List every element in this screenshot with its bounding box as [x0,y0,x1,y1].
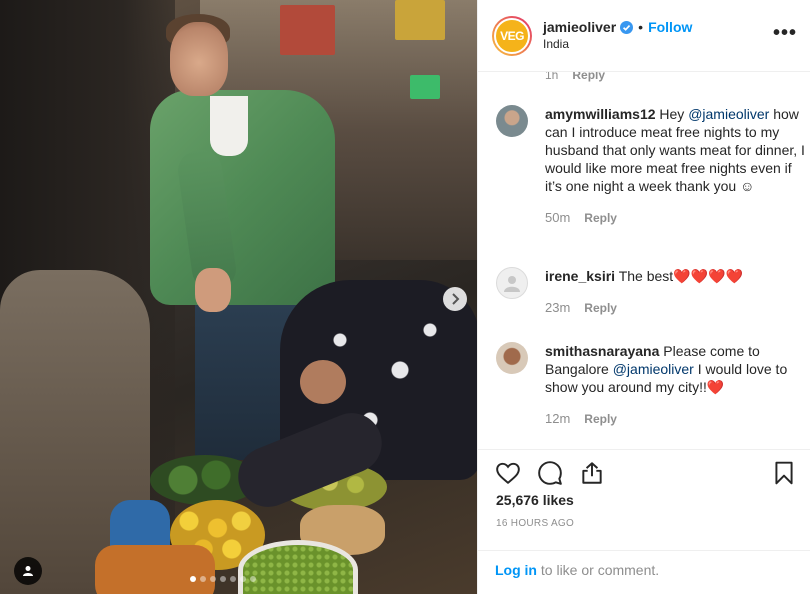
comment-item: amymwilliams12 Hey @jamieoliver how can … [496,105,809,227]
comment-mention[interactable]: @jamieoliver [688,106,769,122]
orange-cloth [95,545,215,594]
comment-body: amymwilliams12 Hey @jamieoliver how can … [545,105,809,227]
comment-age: 12m [545,411,571,426]
header-separator: • [638,18,644,35]
comment-item: smithasnarayana Please come to Bangalore… [496,342,809,428]
next-photo-button[interactable] [443,287,467,311]
likes-count[interactable]: 25,676 likes [496,492,574,508]
carousel-dot [200,576,206,582]
commenter-avatar[interactable] [496,342,528,374]
share-icon[interactable] [579,460,605,486]
produce-peas [238,540,358,594]
comment-username[interactable]: amymwilliams12 [545,106,656,122]
comment-text: amymwilliams12 Hey @jamieoliver how can … [545,105,809,195]
default-avatar-icon [504,276,520,292]
header-text: jamieoliver • Follow India [543,19,692,53]
chevron-right-icon [452,293,460,305]
verified-badge-icon [620,20,634,34]
man-hand [195,268,231,312]
comment-text-part: Hey [655,106,689,122]
follow-button[interactable]: Follow [648,19,692,36]
comment-username[interactable]: irene_ksiri [545,268,615,284]
comment-item: irene_ksiri The best❤️❤️❤️❤️ 23m Reply [496,267,809,317]
shop-sign [410,75,440,99]
heart-icon[interactable] [495,460,521,486]
comment-mention[interactable]: @jamieoliver [613,361,694,377]
reply-button[interactable]: Reply [584,412,617,426]
commenter-avatar[interactable] [496,105,528,137]
post-photo[interactable] [0,0,477,594]
login-prompt: Log in to like or comment. [478,550,810,594]
comment-age: 50m [545,210,571,225]
man-shirt [210,96,248,156]
comment-age: 23m [545,300,571,315]
commenter-avatar[interactable] [496,267,528,299]
login-link[interactable]: Log in [495,562,537,578]
post-username[interactable]: jamieoliver [543,19,616,36]
comment-meta: 50m Reply [545,209,809,227]
comment-meta: 12m Reply [545,410,809,428]
shop-sign [395,0,445,40]
carousel-dot [210,576,216,582]
post-details-panel: VEG jamieoliver • Follow India ••• 1h Rep… [477,0,810,594]
comment-body: irene_ksiri The best❤️❤️❤️❤️ 23m Reply [545,267,809,317]
post-age[interactable]: 16 HOURS AGO [496,518,574,529]
profile-avatar-ring[interactable]: VEG [492,15,532,56]
reply-button[interactable]: Reply [572,72,605,82]
comments-list[interactable]: 1h Reply amymwilliams12 Hey @jamieoliver … [478,72,810,449]
carousel-dot [230,576,236,582]
comment-text: smithasnarayana Please come to Bangalore… [545,342,809,396]
previous-comment-meta: 1h Reply [545,72,605,82]
comment-meta: 23m Reply [545,299,809,317]
bookmark-icon[interactable] [771,460,797,486]
post-header: VEG jamieoliver • Follow India ••• [478,0,810,72]
comment-username[interactable]: smithasnarayana [545,343,659,359]
profile-avatar[interactable]: VEG [494,17,530,54]
post-actions: 25,676 likes 16 HOURS AGO Log in to like… [478,449,810,594]
post-location[interactable]: India [543,36,692,53]
woman-face [300,360,346,404]
header-row: jamieoliver • Follow [543,19,692,36]
carousel-dot [220,576,226,582]
reply-button[interactable]: Reply [584,211,617,225]
carousel-dot [250,576,256,582]
shop-sign [280,5,335,55]
comment-text: irene_ksiri The best❤️❤️❤️❤️ [545,267,809,285]
comment-body: smithasnarayana Please come to Bangalore… [545,342,809,428]
photo-carousel-dots [190,576,256,582]
comment-text-part: The best❤️❤️❤️❤️ [615,268,743,284]
carousel-dot [190,576,196,582]
user-tag-button[interactable] [14,557,42,585]
comment-age: 1h [545,72,559,82]
user-tag-icon [23,566,33,576]
action-icon-row [495,460,605,486]
login-suffix: to like or comment. [537,562,660,578]
carousel-dot [240,576,246,582]
more-options-button[interactable]: ••• [773,22,797,45]
man-head [170,22,228,96]
reply-button[interactable]: Reply [584,301,617,315]
comment-icon[interactable] [537,460,563,486]
